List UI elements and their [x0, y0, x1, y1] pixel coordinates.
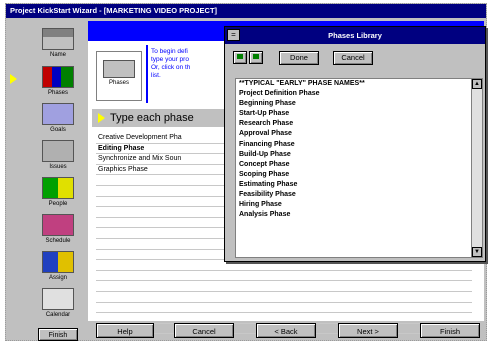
phases-card: Phases [96, 51, 142, 101]
instruction-line: list. [151, 72, 161, 79]
library-item[interactable]: Estimating Phase [236, 180, 482, 190]
library-item[interactable]: Concept Phase [236, 160, 482, 170]
phase-row[interactable] [96, 303, 472, 314]
next-button[interactable]: Next > [338, 323, 398, 338]
step-label: Assign [48, 275, 67, 281]
add-phase-icon[interactable] [233, 51, 247, 64]
assign-icon [42, 251, 74, 273]
current-step-arrow-icon [10, 74, 17, 84]
back-button[interactable]: < Back [256, 323, 316, 338]
popup-cancel-button[interactable]: Cancel [333, 51, 373, 65]
library-scrollbar[interactable]: ▲ ▼ [471, 79, 482, 257]
done-button[interactable]: Done [279, 51, 319, 65]
wizard-button-bar: Help Cancel < Back Next > Finish [88, 322, 484, 340]
sidebar-step-schedule[interactable]: Schedule [36, 214, 80, 250]
sidebar-step-goals[interactable]: Goals [36, 103, 80, 139]
prompt-arrow-icon [98, 113, 105, 123]
step-label: People [48, 201, 68, 207]
goals-icon [42, 103, 74, 125]
sidebar-step-issues[interactable]: Issues [36, 140, 80, 176]
insert-phase-icon[interactable] [249, 51, 263, 64]
step-label: Phases [47, 90, 68, 96]
sidebar-step-calendar[interactable]: Calendar [36, 288, 80, 324]
phase-row[interactable] [96, 271, 472, 282]
step-label: Name [49, 52, 66, 58]
library-item[interactable]: Research Phase [236, 119, 482, 129]
phases-library-list[interactable]: **TYPICAL "EARLY" PHASE NAMES** Project D… [235, 78, 483, 258]
sidebar-step-people[interactable]: People [36, 177, 80, 213]
system-menu-icon[interactable]: = [227, 29, 240, 41]
library-item[interactable]: Build-Up Phase [236, 150, 482, 160]
sidebar-step-phases[interactable]: Phases [36, 66, 80, 102]
library-item[interactable]: Financing Phase [236, 140, 482, 150]
app-window: Project KickStart Wizard - [MARKETING VI… [5, 3, 487, 341]
library-item[interactable]: Approval Phase [236, 129, 482, 139]
sidebar-step-assign[interactable]: Assign [36, 251, 80, 287]
name-icon [42, 28, 74, 50]
library-item[interactable]: Project Definition Phase [236, 89, 482, 99]
library-item[interactable]: Feasibility Phase [236, 190, 482, 200]
instruction-line: Or, click on th [151, 64, 191, 71]
prompt-text: Type each phase [110, 112, 194, 124]
library-item[interactable]: Beginning Phase [236, 99, 482, 109]
phases-card-label: Phases [108, 80, 129, 86]
sidebar-step-name[interactable]: Name [36, 28, 80, 64]
finish-button[interactable]: Finish [420, 323, 480, 338]
instruction-text: To begin defi type your pro Or, click on… [146, 45, 228, 103]
phase-row[interactable] [96, 281, 472, 292]
library-item[interactable]: Start-Up Phase [236, 109, 482, 119]
scroll-up-icon[interactable]: ▲ [472, 79, 482, 89]
library-item[interactable]: Analysis Phase [236, 210, 482, 220]
instruction-line: type your pro [151, 56, 189, 63]
step-label: Calendar [45, 312, 71, 318]
step-label: Issues [49, 164, 67, 170]
calendar-icon [42, 288, 74, 310]
library-item[interactable]: Scoping Phase [236, 170, 482, 180]
phases-library-title: Phases Library [225, 27, 485, 44]
phase-row[interactable] [96, 292, 472, 303]
help-button[interactable]: Help [96, 323, 154, 338]
phases-card-icon [103, 60, 135, 78]
scroll-down-icon[interactable]: ▼ [472, 247, 482, 257]
window-title: Project KickStart Wizard - [MARKETING VI… [6, 4, 486, 18]
library-item[interactable]: **TYPICAL "EARLY" PHASE NAMES** [236, 79, 482, 89]
step-label: Schedule [45, 238, 71, 244]
phases-library-dialog: Phases Library = Done Cancel **TYPICAL "… [224, 26, 486, 262]
issues-icon [42, 140, 74, 162]
schedule-icon [42, 214, 74, 236]
phases-icon [42, 66, 74, 88]
library-item[interactable]: Hiring Phase [236, 200, 482, 210]
library-items: **TYPICAL "EARLY" PHASE NAMES** Project D… [236, 79, 482, 220]
step-label: Goals [50, 127, 66, 133]
instruction-line: To begin defi [151, 48, 188, 55]
wizard-step-sidebar: Name Phases Goals Issues People Schedule… [6, 18, 86, 341]
cancel-button[interactable]: Cancel [174, 323, 234, 338]
sidebar-finish-button[interactable]: Finish [38, 328, 78, 341]
people-icon [42, 177, 74, 199]
